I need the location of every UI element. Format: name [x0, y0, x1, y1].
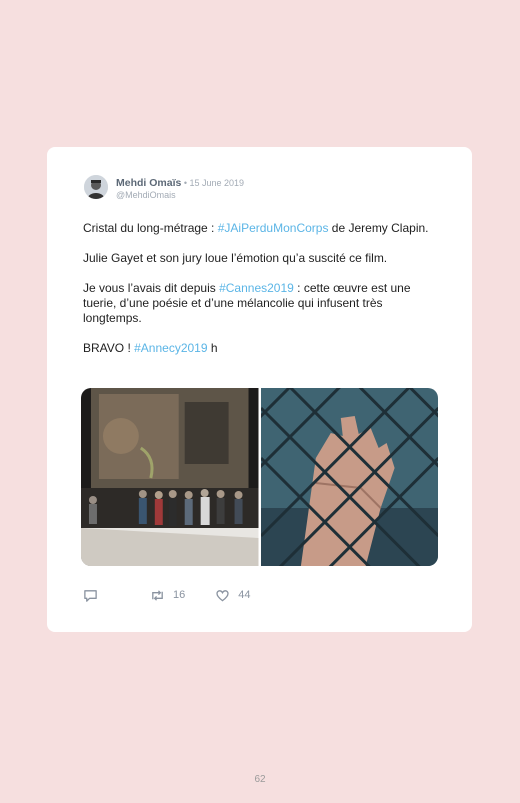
film-still-photo[interactable]	[260, 388, 438, 566]
page-number: 62	[254, 774, 266, 785]
text-segment: h	[207, 341, 218, 355]
tweet-paragraph: Je vous l’avais dit depuis #Cannes2019 :…	[83, 281, 433, 326]
hashtag-link[interactable]: #JAiPerduMonCorps	[218, 221, 329, 235]
ceremony-photo[interactable]	[81, 388, 259, 566]
separator: •	[181, 178, 190, 188]
hashtag-link[interactable]: #Cannes2019	[219, 281, 294, 295]
like-button[interactable]: 44	[215, 588, 251, 603]
tweet-header: Mehdi Omaïs • 15 June 2019	[116, 177, 244, 189]
hashtag-link[interactable]: #Annecy2019	[134, 341, 207, 355]
author-handle[interactable]: @MehdiOmais	[116, 190, 176, 200]
tweet-text: Cristal du long-métrage : #JAiPerduMonCo…	[83, 221, 433, 371]
text-segment: Cristal du long-métrage :	[83, 221, 218, 235]
tweet-paragraph: Cristal du long-métrage : #JAiPerduMonCo…	[83, 221, 433, 236]
tweet-date[interactable]: 15 June 2019	[190, 178, 245, 188]
reply-button[interactable]	[83, 588, 98, 603]
author-name[interactable]: Mehdi Omaïs	[116, 177, 181, 189]
retweet-count: 16	[173, 589, 186, 601]
tweet-actions: 16 44	[83, 587, 251, 603]
like-count: 44	[238, 589, 251, 601]
tweet-card: Mehdi Omaïs • 15 June 2019 @MehdiOmais C…	[47, 147, 472, 632]
text-segment: de Jeremy Clapin.	[328, 221, 429, 235]
reply-icon	[84, 589, 97, 602]
retweet-button[interactable]: 16	[150, 588, 185, 603]
text-segment: Je vous l’avais dit depuis	[83, 281, 220, 295]
heart-icon	[216, 589, 229, 601]
retweet-icon	[152, 589, 163, 601]
text-segment: BRAVO !	[83, 341, 135, 355]
avatar-image	[84, 175, 108, 199]
tweet-paragraph: BRAVO ! #Annecy2019 h	[83, 341, 433, 356]
media-gallery	[81, 388, 438, 566]
tweet-paragraph: Julie Gayet et son jury loue l’émotion q…	[83, 251, 388, 265]
avatar[interactable]	[84, 175, 108, 199]
